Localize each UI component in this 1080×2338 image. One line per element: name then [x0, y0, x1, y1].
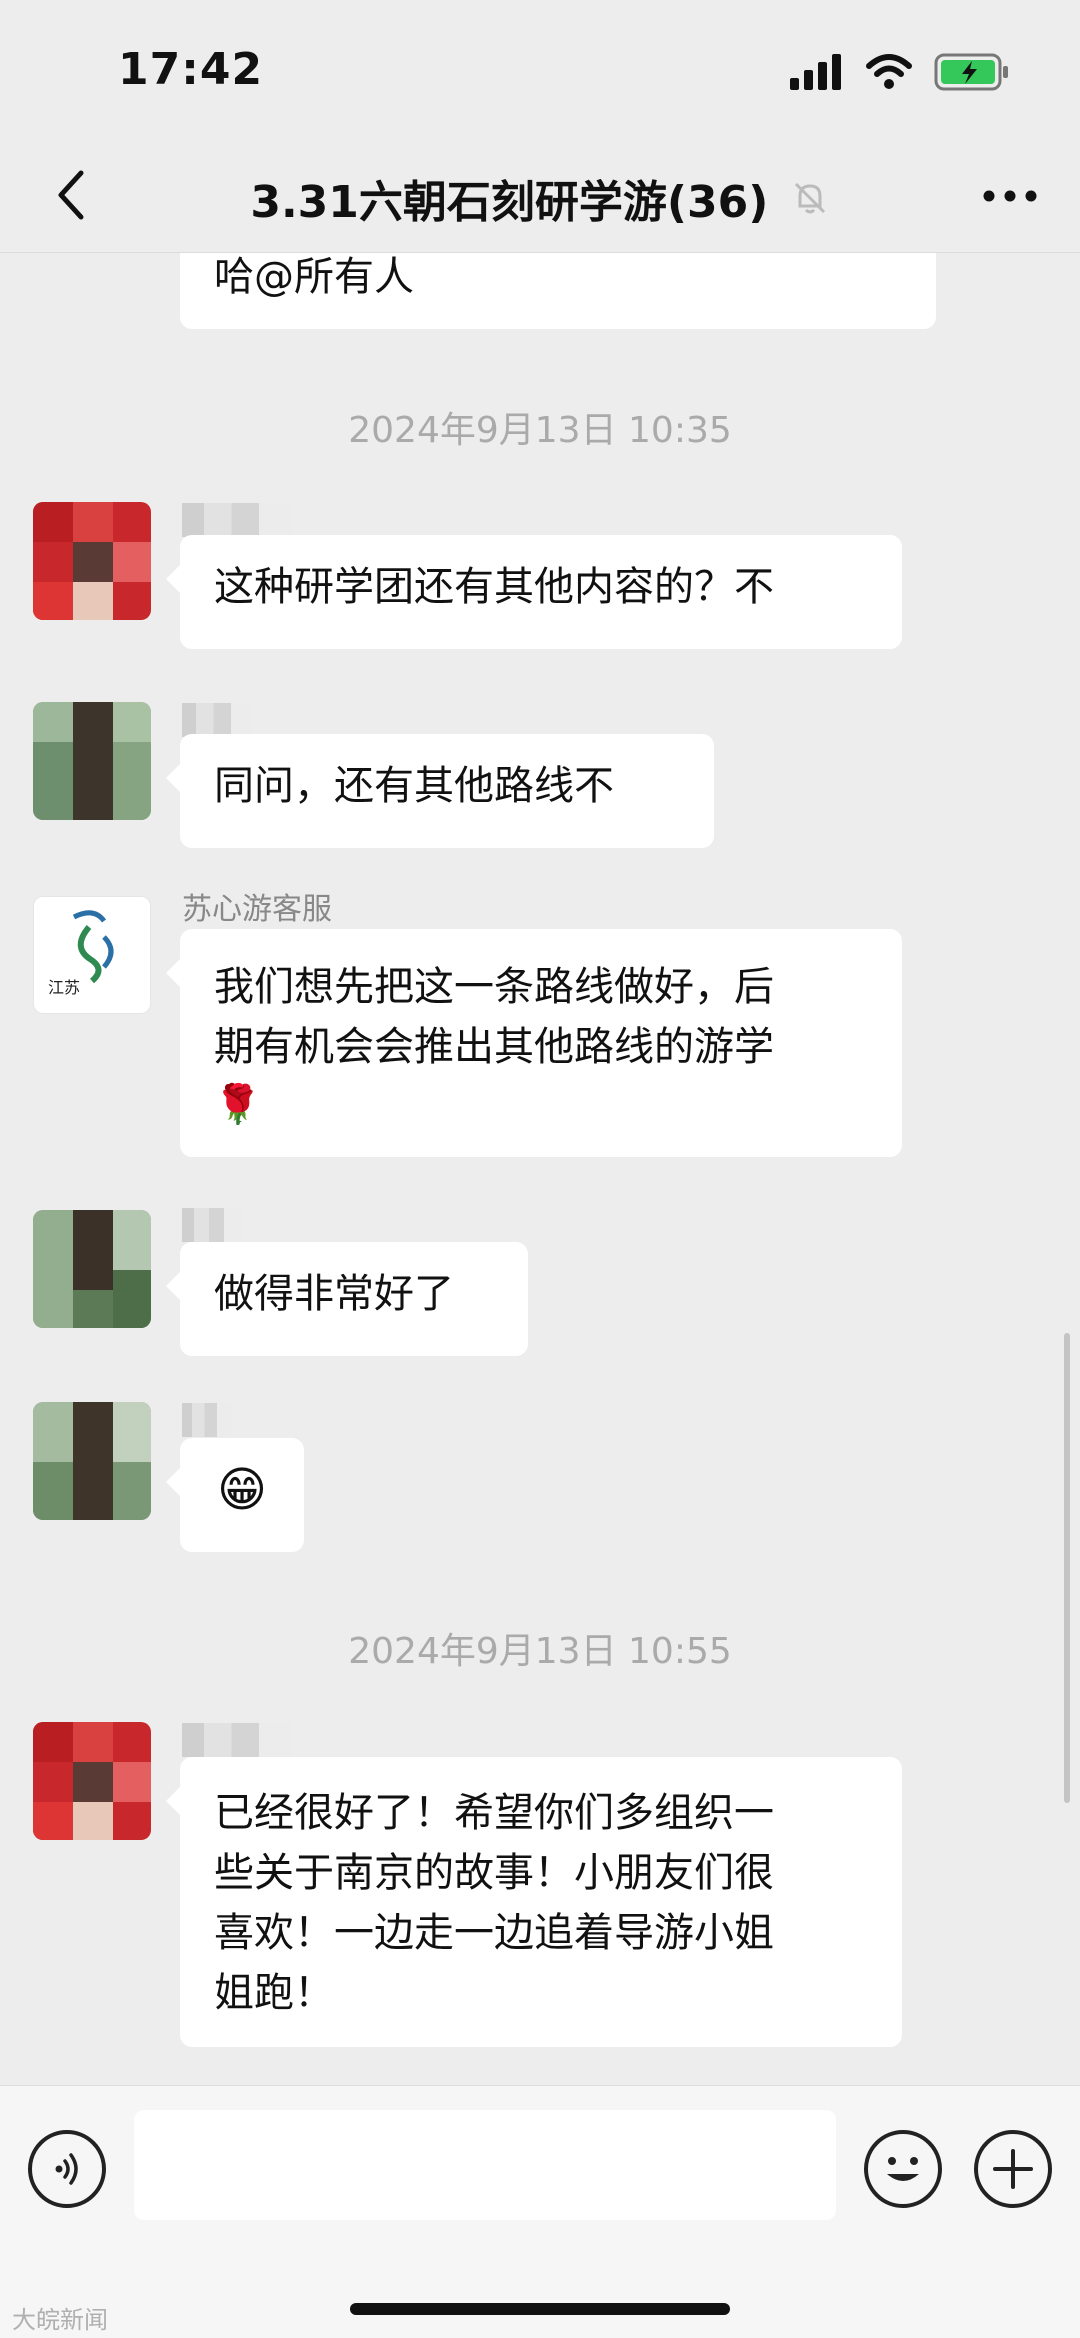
signal-icon	[790, 54, 841, 90]
battery-charging-icon	[934, 53, 1008, 91]
message-text: 我们想先把这一条路线做好，后	[214, 964, 774, 1010]
group-name: 3.31六朝石刻研学游(36)	[250, 177, 769, 228]
scrollbar[interactable]	[1064, 1333, 1070, 1803]
mute-bell-icon	[794, 182, 825, 214]
rose-emoji: 🌹	[214, 1082, 262, 1126]
message-text: 这种研学团还有其他内容的？不	[214, 564, 774, 610]
more-options-button[interactable]	[970, 164, 1050, 228]
chat-message-list[interactable]: 哈@所有人 2024年9月13日 10:35 这种研学团还有其他内容的？不 同问…	[0, 253, 1080, 2085]
sender-name-pixelated	[182, 1723, 292, 1757]
timestamp: 2024年9月13日 10:55	[348, 1631, 732, 1672]
home-indicator[interactable]	[350, 2303, 730, 2315]
message-text: 哈@所有人	[214, 254, 414, 300]
message-bubble[interactable]: 这种研学团还有其他内容的？不	[166, 535, 902, 649]
plus-icon	[993, 2149, 1033, 2189]
watermark: 大皖新闻	[12, 2306, 108, 2334]
sender-name-pixelated	[182, 503, 292, 537]
service-avatar[interactable]: 江苏	[33, 896, 151, 1014]
sender-name: 苏心游客服	[182, 892, 332, 927]
grin-emoji: 😁	[216, 1462, 268, 1518]
more-dots-icon	[983, 190, 1037, 202]
sender-name-pixelated	[182, 1208, 242, 1242]
status-icons	[790, 50, 1010, 94]
message-text: 做得非常好了	[214, 1271, 454, 1317]
message-text: 已经很好了！希望你们多组织一	[214, 1790, 774, 1836]
input-bar	[0, 2085, 1080, 2338]
emoji-button[interactable]	[864, 2130, 942, 2208]
sender-name-pixelated	[182, 1403, 232, 1437]
message-input[interactable]	[134, 2110, 836, 2220]
message-bubble[interactable]: 已经很好了！希望你们多组织一 些关于南京的故事！小朋友们很 喜欢！一边走一边追着…	[166, 1757, 902, 2047]
voice-input-button[interactable]	[28, 2130, 106, 2208]
avatar[interactable]	[33, 502, 151, 620]
avatar[interactable]	[33, 702, 151, 820]
message-bubble[interactable]: 同问，还有其他路线不	[166, 734, 714, 848]
message-bubble[interactable]: 我们想先把这一条路线做好，后 期有机会会推出其他路线的游学 🌹	[166, 929, 902, 1157]
chat-title: 3.31六朝石刻研学游(36)	[0, 166, 1080, 230]
message-text: 期有机会会推出其他路线的游学	[214, 1024, 774, 1070]
more-functions-button[interactable]	[974, 2130, 1052, 2208]
su-logo-icon: 江苏	[48, 910, 114, 997]
avatar[interactable]	[33, 1722, 151, 1840]
avatar[interactable]	[33, 1402, 151, 1520]
wifi-icon	[866, 54, 912, 89]
message-text: 些关于南京的故事！小朋友们很	[214, 1850, 774, 1896]
message-text: 姐跑！	[214, 1970, 334, 2016]
message-bubble[interactable]: 做得非常好了	[166, 1242, 528, 1356]
avatar[interactable]	[33, 1210, 151, 1328]
status-bar: 17:42	[0, 0, 1080, 140]
message-bubble[interactable]: 哈@所有人	[180, 253, 936, 329]
sender-name-pixelated	[182, 703, 252, 737]
voice-icon	[55, 2153, 78, 2185]
message-text: 同问，还有其他路线不	[214, 763, 614, 809]
emoji-icon	[887, 2157, 919, 2181]
timestamp: 2024年9月13日 10:35	[348, 410, 732, 451]
service-logo-text: 江苏	[48, 978, 80, 997]
message-text: 喜欢！一边走一边追着导游小姐	[214, 1910, 774, 1956]
status-time: 17:42	[118, 44, 264, 95]
message-bubble[interactable]: 😁	[166, 1438, 304, 1552]
chat-header: 3.31六朝石刻研学游(36)	[0, 140, 1080, 253]
